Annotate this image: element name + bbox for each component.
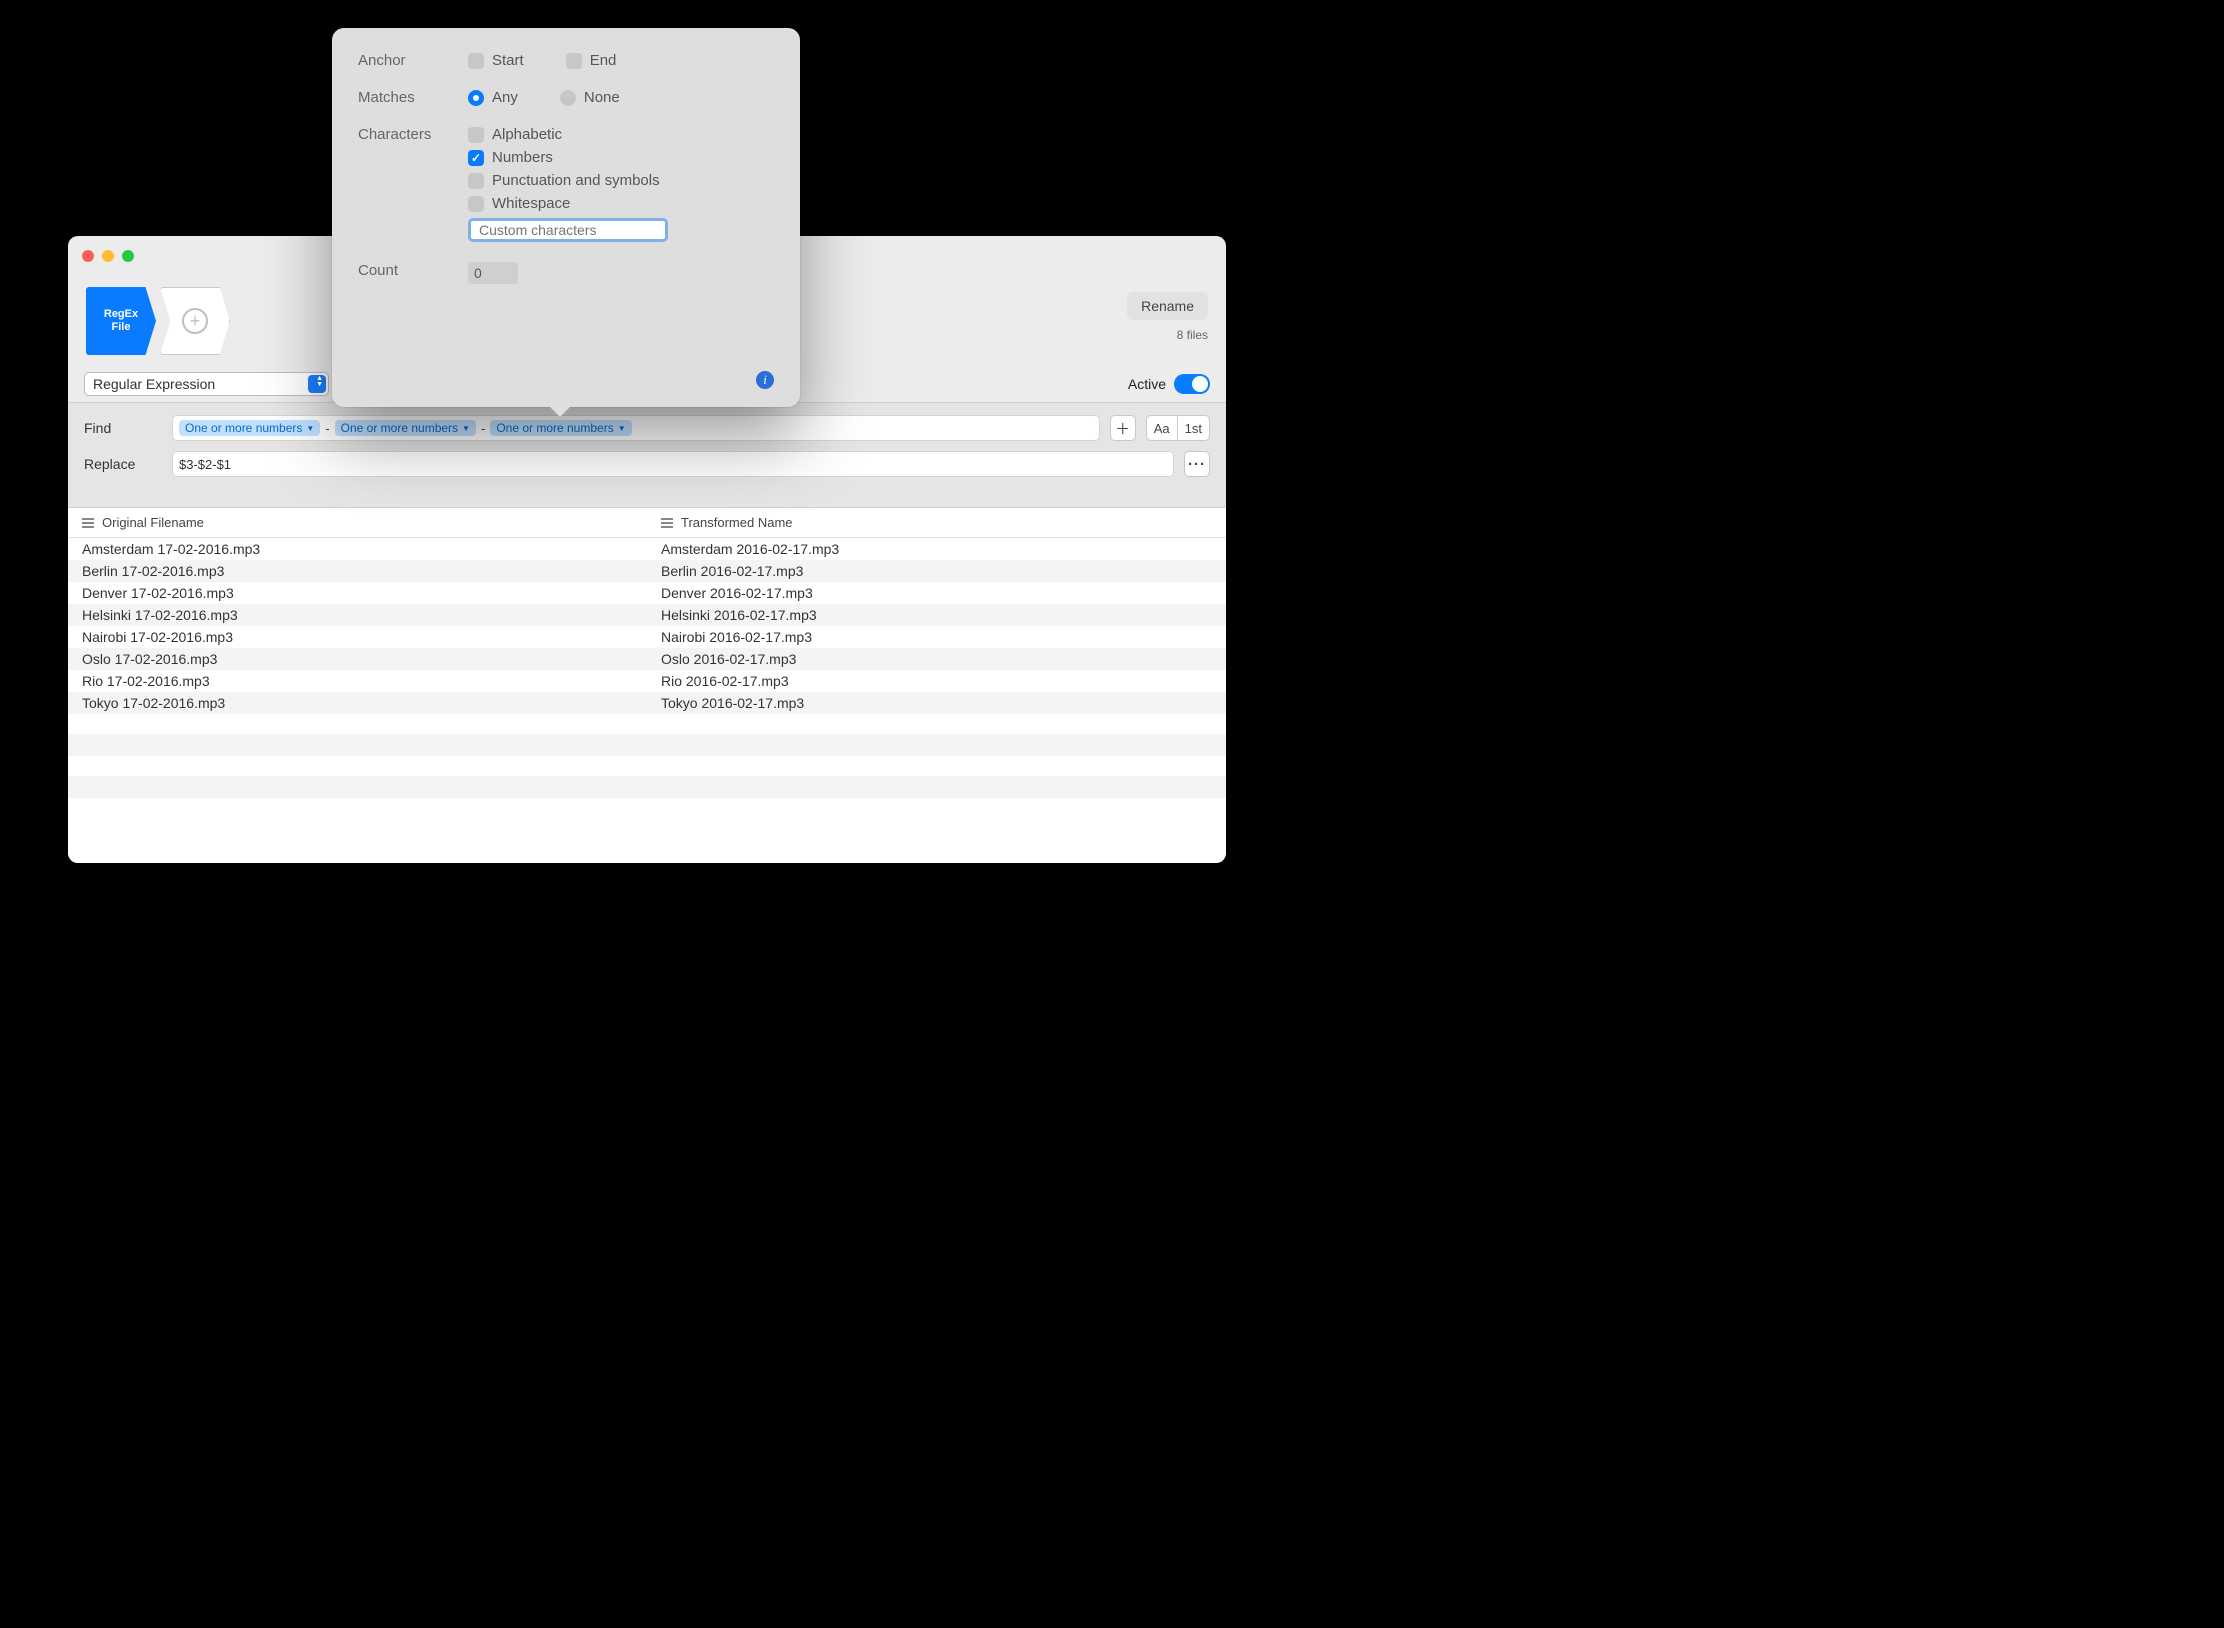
- table-row[interactable]: Rio 17-02-2016.mp3Rio 2016-02-17.mp3: [68, 670, 1226, 692]
- spacer-row: [68, 776, 1226, 798]
- info-icon[interactable]: i: [756, 371, 774, 389]
- char-alphabetic-checkbox[interactable]: Alphabetic: [468, 126, 668, 143]
- cell-transformed: Helsinki 2016-02-17.mp3: [647, 604, 1226, 626]
- checkbox-icon: [468, 53, 484, 69]
- radio-icon: [468, 90, 484, 106]
- table-header: Original Filename Transformed Name: [68, 508, 1226, 538]
- anchor-label: Anchor: [358, 52, 468, 69]
- drag-handle-icon[interactable]: [661, 518, 673, 528]
- add-step-button[interactable]: +: [160, 287, 230, 355]
- matches-label: Matches: [358, 89, 468, 106]
- column-transformed[interactable]: Transformed Name: [681, 515, 793, 530]
- find-replace-panel: Find One or more numbers▼ - One or more …: [68, 402, 1226, 508]
- replace-value: $3-$2-$1: [179, 457, 231, 472]
- mode-select[interactable]: Regular Expression ▲▼: [84, 372, 329, 396]
- filename-table: Original Filename Transformed Name Amste…: [68, 508, 1226, 863]
- separator: -: [325, 421, 329, 436]
- cell-transformed: Berlin 2016-02-17.mp3: [647, 560, 1226, 582]
- mode-select-label: Regular Expression: [93, 376, 215, 392]
- case-sensitive-button[interactable]: Aa: [1146, 415, 1177, 441]
- matches-any-radio[interactable]: Any: [468, 89, 518, 106]
- find-field[interactable]: One or more numbers▼ - One or more numbe…: [172, 415, 1100, 441]
- checkbox-icon: [468, 127, 484, 143]
- radio-icon: [560, 90, 576, 106]
- table-row[interactable]: Denver 17-02-2016.mp3Denver 2016-02-17.m…: [68, 582, 1226, 604]
- spacer-row: [68, 734, 1226, 756]
- replace-label: Replace: [84, 456, 162, 472]
- char-punctuation-checkbox[interactable]: Punctuation and symbols: [468, 172, 668, 189]
- checkbox-icon: [468, 196, 484, 212]
- cell-transformed: Amsterdam 2016-02-17.mp3: [647, 538, 1226, 560]
- table-row[interactable]: Nairobi 17-02-2016.mp3Nairobi 2016-02-17…: [68, 626, 1226, 648]
- count-label: Count: [358, 262, 468, 284]
- add-token-button[interactable]: ＋: [1110, 415, 1136, 441]
- separator: -: [481, 421, 485, 436]
- cell-transformed: Denver 2016-02-17.mp3: [647, 582, 1226, 604]
- table-row[interactable]: Tokyo 17-02-2016.mp3Tokyo 2016-02-17.mp3: [68, 692, 1226, 714]
- regex-token[interactable]: One or more numbers▼: [179, 420, 320, 436]
- checkbox-icon: [468, 150, 484, 166]
- custom-characters-input[interactable]: [468, 218, 668, 242]
- first-match-button[interactable]: 1st: [1177, 415, 1210, 441]
- checkbox-icon: [468, 173, 484, 189]
- file-count-label: 8 files: [1177, 328, 1208, 342]
- cell-original: Rio 17-02-2016.mp3: [68, 670, 647, 692]
- replace-field[interactable]: $3-$2-$1: [172, 451, 1174, 477]
- cell-original: Berlin 17-02-2016.mp3: [68, 560, 647, 582]
- checkbox-icon: [566, 53, 582, 69]
- chevron-down-icon: ▼: [618, 424, 626, 433]
- char-numbers-checkbox[interactable]: Numbers: [468, 149, 668, 166]
- find-label: Find: [84, 420, 162, 436]
- rename-button[interactable]: Rename: [1127, 292, 1208, 320]
- step-regex-file-label: RegEx File: [104, 308, 138, 334]
- more-icon: ···: [1188, 456, 1206, 473]
- active-label: Active: [1128, 376, 1166, 392]
- cell-transformed: Tokyo 2016-02-17.mp3: [647, 692, 1226, 714]
- drag-handle-icon[interactable]: [82, 518, 94, 528]
- cell-transformed: Oslo 2016-02-17.mp3: [647, 648, 1226, 670]
- regex-token[interactable]: One or more numbers▼: [490, 420, 631, 436]
- column-original[interactable]: Original Filename: [102, 515, 204, 530]
- matches-none-radio[interactable]: None: [560, 89, 620, 106]
- plus-icon: +: [182, 308, 208, 334]
- active-toggle[interactable]: [1174, 374, 1210, 394]
- cell-original: Oslo 17-02-2016.mp3: [68, 648, 647, 670]
- chevron-down-icon: ▼: [306, 424, 314, 433]
- anchor-end-checkbox[interactable]: End: [566, 52, 617, 69]
- cell-original: Helsinki 17-02-2016.mp3: [68, 604, 647, 626]
- updown-icon: ▲▼: [316, 376, 323, 387]
- cell-original: Nairobi 17-02-2016.mp3: [68, 626, 647, 648]
- table-row[interactable]: Helsinki 17-02-2016.mp3Helsinki 2016-02-…: [68, 604, 1226, 626]
- table-row[interactable]: Berlin 17-02-2016.mp3Berlin 2016-02-17.m…: [68, 560, 1226, 582]
- plus-icon: ＋: [1115, 418, 1130, 439]
- chevron-down-icon: ▼: [462, 424, 470, 433]
- table-row[interactable]: Oslo 17-02-2016.mp3Oslo 2016-02-17.mp3: [68, 648, 1226, 670]
- cell-transformed: Rio 2016-02-17.mp3: [647, 670, 1226, 692]
- cell-original: Amsterdam 17-02-2016.mp3: [68, 538, 647, 560]
- count-input[interactable]: [468, 262, 518, 284]
- anchor-start-checkbox[interactable]: Start: [468, 52, 524, 69]
- char-whitespace-checkbox[interactable]: Whitespace: [468, 195, 668, 212]
- regex-token[interactable]: One or more numbers▼: [335, 420, 476, 436]
- characters-label: Characters: [358, 126, 468, 242]
- table-row[interactable]: Amsterdam 17-02-2016.mp3Amsterdam 2016-0…: [68, 538, 1226, 560]
- replace-options-button[interactable]: ···: [1184, 451, 1210, 477]
- cell-original: Tokyo 17-02-2016.mp3: [68, 692, 647, 714]
- cell-transformed: Nairobi 2016-02-17.mp3: [647, 626, 1226, 648]
- cell-original: Denver 17-02-2016.mp3: [68, 582, 647, 604]
- step-regex-file[interactable]: RegEx File: [86, 287, 156, 355]
- token-config-popover: Anchor Start End Matches Any None: [332, 28, 800, 407]
